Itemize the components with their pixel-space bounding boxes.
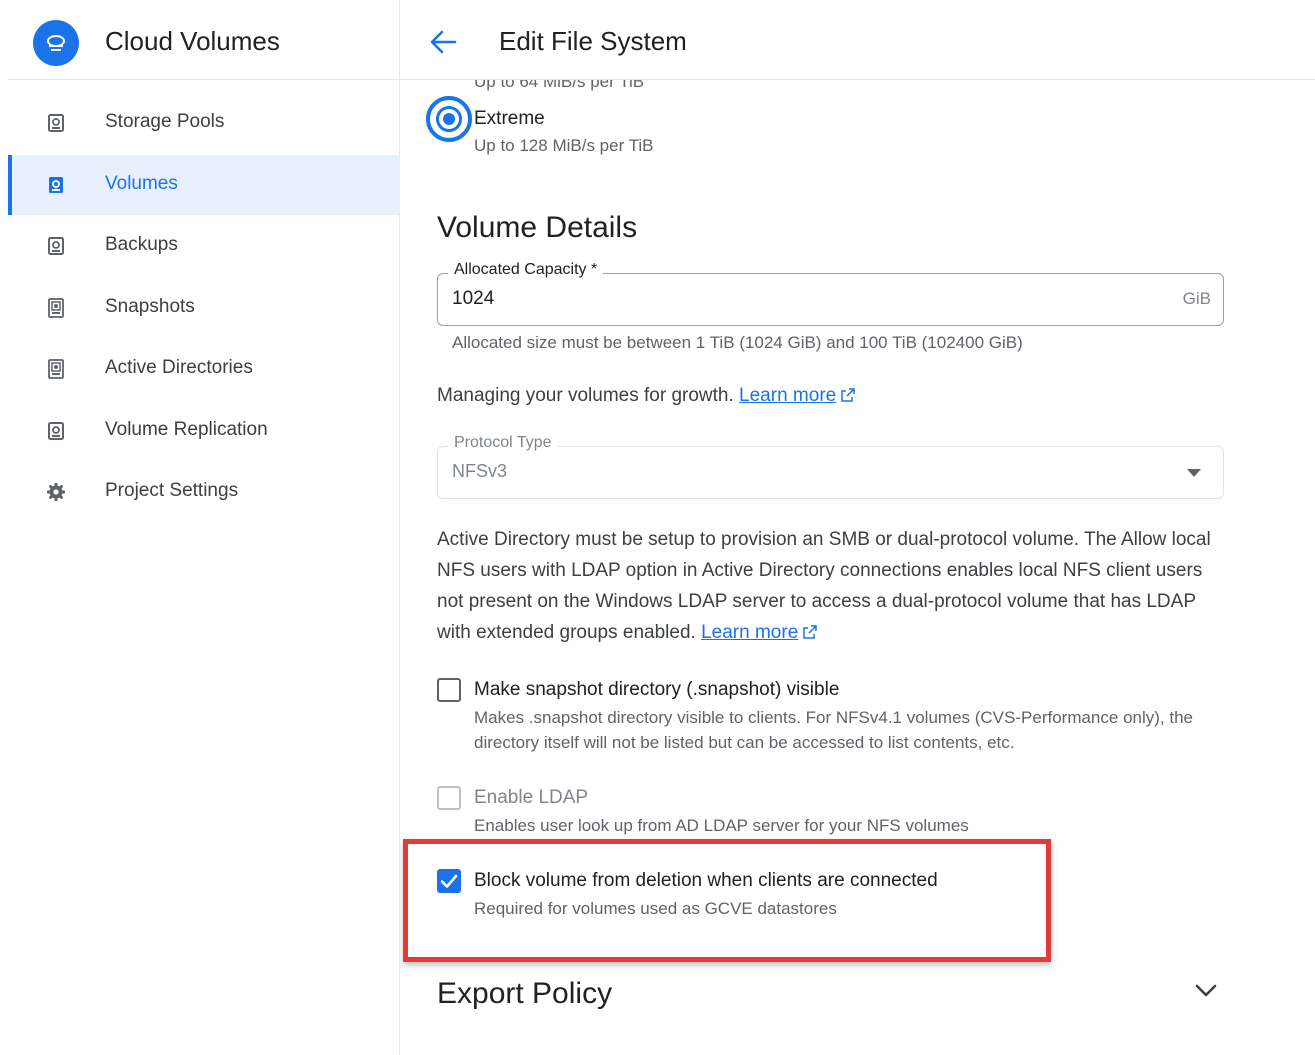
service-level-extreme-radio[interactable] bbox=[426, 96, 472, 142]
block-deletion-checkbox[interactable] bbox=[437, 869, 461, 893]
sidebar-item-volume-replication[interactable]: Volume Replication bbox=[8, 401, 400, 461]
sidebar-item-label: Volumes bbox=[105, 173, 178, 194]
capacity-hint: Allocated size must be between 1 TiB (10… bbox=[452, 333, 1023, 352]
block-deletion-label: Block volume from deletion when clients … bbox=[474, 870, 938, 891]
active-directory-icon bbox=[48, 359, 64, 379]
volume-icon bbox=[49, 177, 63, 193]
volume-details-heading: Volume Details bbox=[437, 211, 638, 244]
sidebar: Cloud Volumes Storage Pools Volumes Back… bbox=[0, 0, 400, 1055]
external-link-icon bbox=[841, 388, 855, 402]
allocated-capacity-label: Allocated Capacity * bbox=[448, 261, 604, 279]
service-level-extreme-label: Extreme bbox=[474, 108, 545, 129]
app-title: Cloud Volumes bbox=[105, 26, 280, 56]
allocated-capacity-input[interactable]: 1024 bbox=[452, 288, 494, 310]
dropdown-arrow-icon bbox=[1187, 469, 1201, 477]
checkmark-icon bbox=[440, 874, 458, 888]
snapshot-dir-label: Make snapshot directory (.snapshot) visi… bbox=[474, 679, 840, 700]
block-deletion-description: Required for volumes used as GCVE datast… bbox=[474, 899, 837, 918]
sidebar-item-label: Project Settings bbox=[105, 480, 239, 501]
growth-learn-more-link[interactable]: Learn more bbox=[739, 385, 836, 406]
allocated-capacity-field[interactable]: Allocated Capacity * 1024 GiB bbox=[437, 261, 1224, 326]
service-level-extreme-description: Up to 128 MiB/s per TiB bbox=[474, 136, 654, 155]
sidebar-item-snapshots[interactable]: Snapshots bbox=[8, 278, 400, 338]
enable-ldap-label: Enable LDAP bbox=[474, 787, 589, 808]
enable-ldap-description: Enables user look up from AD LDAP server… bbox=[474, 816, 969, 835]
protocol-type-label: Protocol Type bbox=[448, 434, 558, 452]
snapshot-dir-checkbox[interactable] bbox=[437, 678, 461, 702]
sidebar-item-storage-pools[interactable]: Storage Pools bbox=[8, 93, 400, 153]
snapshot-dir-description: Makes .snapshot directory visible to cli… bbox=[474, 708, 1193, 752]
radio-selected-indicator bbox=[436, 106, 462, 132]
chevron-down-icon[interactable] bbox=[1194, 983, 1218, 999]
replication-icon bbox=[48, 422, 64, 440]
sidebar-item-volumes[interactable]: Volumes bbox=[8, 155, 400, 215]
sidebar-item-label: Active Directories bbox=[105, 357, 253, 378]
active-directory-info: Active Directory must be setup to provis… bbox=[437, 524, 1227, 648]
sidebar-item-project-settings[interactable]: Project Settings bbox=[8, 462, 400, 522]
backup-icon bbox=[48, 237, 64, 255]
ad-learn-more-link[interactable]: Learn more bbox=[701, 622, 798, 643]
service-level-partial-text: Up to 64 MiB/s per TiB bbox=[474, 80, 645, 91]
capacity-unit: GiB bbox=[1182, 289, 1211, 308]
enable-ldap-checkbox[interactable] bbox=[437, 786, 461, 810]
export-policy-heading[interactable]: Export Policy bbox=[437, 977, 612, 1011]
brand-header: Cloud Volumes bbox=[8, 0, 400, 80]
edit-form: Up to 64 MiB/s per TiB Extreme Up to 128… bbox=[400, 80, 1315, 1055]
page-title: Edit File System bbox=[499, 26, 687, 56]
sidebar-item-label: Snapshots bbox=[105, 296, 195, 317]
sidebar-item-label: Storage Pools bbox=[105, 111, 225, 132]
external-link-icon bbox=[803, 625, 818, 639]
sidebar-item-label: Backups bbox=[105, 234, 178, 255]
cloud-volumes-logo-icon bbox=[33, 20, 79, 66]
back-arrow-icon[interactable] bbox=[428, 28, 458, 56]
protocol-type-select: Protocol Type NFSv3 bbox=[437, 434, 1224, 499]
growth-text-line: Managing your volumes for growth. Learn … bbox=[437, 380, 856, 411]
gear-icon bbox=[47, 483, 65, 501]
page-header: Edit File System bbox=[400, 0, 1315, 80]
protocol-type-value: NFSv3 bbox=[452, 461, 508, 481]
growth-text: Managing your volumes for growth. bbox=[437, 385, 734, 406]
snapshot-icon bbox=[48, 298, 64, 318]
sidebar-item-label: Volume Replication bbox=[105, 419, 268, 440]
active-directory-text: Active Directory must be setup to provis… bbox=[437, 529, 1211, 643]
sidebar-item-active-directories[interactable]: Active Directories bbox=[8, 339, 400, 399]
storage-pool-icon bbox=[48, 114, 64, 132]
sidebar-item-backups[interactable]: Backups bbox=[8, 216, 400, 276]
